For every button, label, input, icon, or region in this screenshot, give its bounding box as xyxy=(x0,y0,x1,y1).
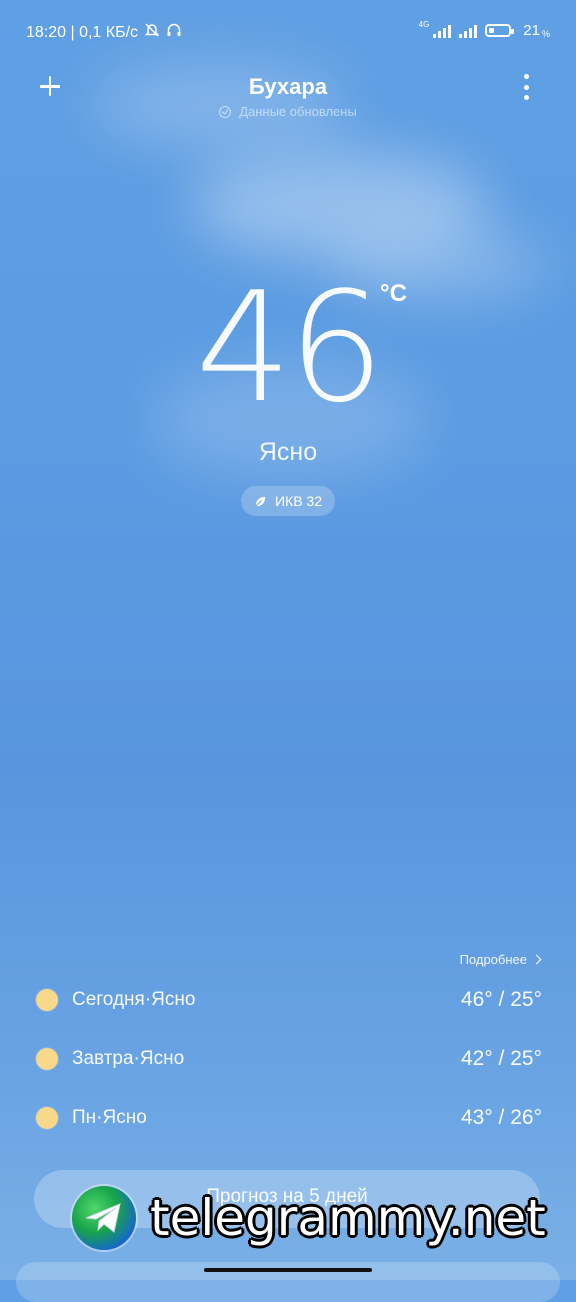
update-status-text: Данные обновлены xyxy=(239,104,357,119)
dot-icon xyxy=(523,95,529,100)
details-link-label: Подробнее xyxy=(459,952,527,967)
network-type-label: 4G xyxy=(418,19,430,29)
headphones-icon xyxy=(166,22,182,43)
telegram-logo-icon xyxy=(72,1186,136,1250)
status-left: 18:20 | 0,1 КБ/с xyxy=(26,22,182,43)
forecast-day-label: Завтра·Ясно xyxy=(72,1048,185,1069)
aqi-badge[interactable]: ИКВ 32 xyxy=(241,486,335,516)
watermark: telegrammy.net xyxy=(72,1186,546,1250)
status-right: 4G 21 % xyxy=(418,19,550,39)
city-title: Бухара xyxy=(248,74,328,99)
forecast-row-tomorrow[interactable]: Завтра·Ясно 42° / 25° xyxy=(36,1039,542,1079)
bell-off-icon xyxy=(144,22,160,43)
status-bar: 18:20 | 0,1 КБ/с 4G 21 % xyxy=(0,0,576,64)
sky-background xyxy=(0,0,576,1280)
forecast-day-label: Пн·Ясно xyxy=(72,1107,147,1128)
status-time-info: 18:20 | 0,1 КБ/с xyxy=(26,23,139,41)
home-indicator[interactable] xyxy=(204,1268,372,1272)
dot-icon xyxy=(523,84,529,90)
temperature-value: 46 xyxy=(195,259,384,436)
weather-condition: Ясно xyxy=(258,438,318,466)
forecast-row-today[interactable]: Сегодня·Ясно 46° / 25° xyxy=(36,980,542,1020)
forecast-day-label: Сегодня·Ясно xyxy=(72,989,196,1010)
sun-icon xyxy=(36,1048,58,1070)
signal-icon-secondary xyxy=(459,24,478,38)
temperature-unit: °C xyxy=(380,280,407,307)
sun-icon xyxy=(36,989,58,1011)
battery-percent-unit: % xyxy=(541,28,550,39)
battery-icon xyxy=(485,24,515,37)
forecast-day-temps: 42° / 25° xyxy=(460,1047,542,1070)
dot-icon xyxy=(523,74,529,79)
chevron-right-icon xyxy=(531,954,542,965)
forecast-day-temps: 46° / 25° xyxy=(460,988,542,1011)
battery-percent: 21 xyxy=(523,22,540,39)
sun-icon xyxy=(36,1107,58,1129)
forecast-row-monday[interactable]: Пн·Ясно 43° / 26° xyxy=(36,1098,542,1138)
watermark-text: telegrammy.net xyxy=(150,1189,546,1247)
cloud xyxy=(190,150,490,260)
forecast-day-temps: 43° / 26° xyxy=(460,1106,542,1129)
current-temperature: 46 °C xyxy=(0,258,576,438)
more-options-button[interactable] xyxy=(514,74,538,100)
check-circle-icon xyxy=(219,105,232,118)
update-status: Данные обновлены xyxy=(0,104,576,119)
details-link[interactable]: Подробнее xyxy=(459,952,542,967)
leaf-icon xyxy=(254,495,267,508)
aqi-value: ИКВ 32 xyxy=(274,493,323,509)
signal-icon xyxy=(433,24,452,38)
